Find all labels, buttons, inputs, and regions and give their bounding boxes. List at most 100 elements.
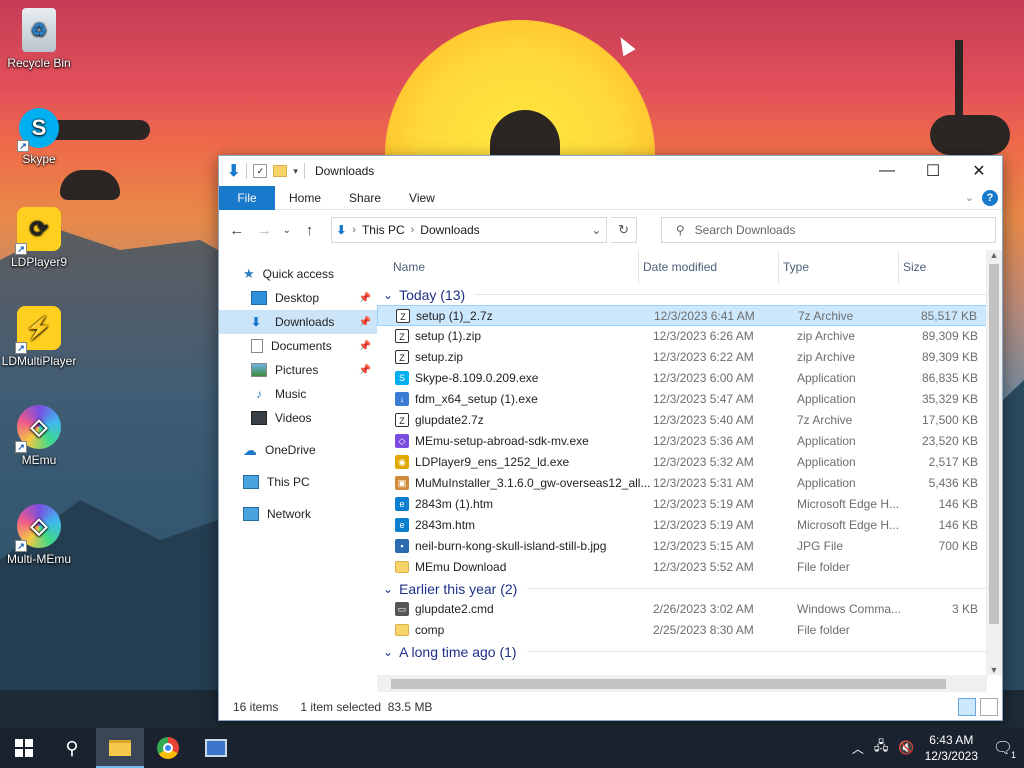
- search-button[interactable]: ⚲: [48, 728, 96, 768]
- music-icon: ♪: [256, 387, 262, 401]
- nav-music[interactable]: ♪ Music: [219, 382, 377, 406]
- maximize-button[interactable]: ☐: [910, 156, 956, 186]
- file-size: 146 KB: [938, 518, 978, 532]
- file-row[interactable]: ◉ LDPlayer9_ens_1252_ld.exe 12/3/2023 5:32…: [377, 452, 1002, 473]
- remote-desktop-icon: [205, 739, 227, 757]
- vertical-scrollbar[interactable]: ▲ ▼: [986, 250, 1002, 675]
- file-row[interactable]: ◇ MEmu-setup-abroad-sdk-mv.exe 12/3/2023 5…: [377, 431, 1002, 452]
- desktop-icon-ldmultiplayer[interactable]: ⚡ ↗ LDMultiPlayer: [1, 306, 77, 368]
- column-date-header[interactable]: Date modified: [639, 250, 779, 284]
- tab-share[interactable]: Share: [335, 186, 395, 210]
- download-arrow-icon[interactable]: ⬇: [227, 161, 240, 181]
- nav-videos[interactable]: Videos: [219, 406, 377, 430]
- nav-label: Documents: [271, 339, 332, 353]
- scrollbar-thumb[interactable]: [391, 679, 946, 689]
- back-button[interactable]: ←: [225, 218, 249, 242]
- onedrive-cloud-icon: ☁: [243, 441, 257, 458]
- file-date: 12/3/2023 5:19 AM: [653, 518, 754, 532]
- column-name-header[interactable]: Name: [377, 250, 639, 284]
- file-row[interactable]: Zsetup.zip 12/3/2023 6:22 AM zip Archive 89…: [377, 347, 1002, 368]
- file-group-header[interactable]: ⌄ Earlier this year (2): [377, 578, 1002, 599]
- file-row[interactable]: ▪ neil-burn-kong-skull-island-still-b.jpg…: [377, 536, 1002, 557]
- nav-quick-access[interactable]: ★ Quick access: [219, 262, 377, 286]
- search-box[interactable]: ⚲ Search Downloads: [660, 217, 996, 243]
- close-button[interactable]: ✕: [956, 156, 1002, 186]
- column-size-header[interactable]: Size: [899, 250, 979, 284]
- skype-icon: S ↗: [17, 108, 59, 152]
- breadcrumb-downloads[interactable]: Downloads: [420, 223, 479, 237]
- file-row[interactable]: Zsetup (1).zip 12/3/2023 6:26 AM zip Archi…: [377, 326, 1002, 347]
- nav-network[interactable]: Network: [219, 502, 377, 526]
- horizontal-scrollbar[interactable]: [377, 675, 987, 692]
- nav-this-pc[interactable]: This PC: [219, 470, 377, 494]
- up-button[interactable]: ↑: [298, 218, 322, 242]
- nav-onedrive[interactable]: ☁ OneDrive: [219, 438, 377, 462]
- file-row[interactable]: S Skype-8.109.0.209.exe 12/3/2023 6:00 AM A…: [377, 368, 1002, 389]
- desktop-icon-recycle-bin[interactable]: ♻ Recycle Bin: [1, 8, 77, 70]
- column-type-header[interactable]: Type: [779, 250, 899, 284]
- network-status-icon[interactable]: 🖧: [874, 737, 889, 759]
- file-row[interactable]: e 2843m (1).htm 12/3/2023 5:19 AM Microsoft…: [377, 494, 1002, 515]
- notification-center-icon[interactable]: 🗨 1: [988, 738, 1018, 760]
- desktop-icon-memu[interactable]: ◇ ↗ MEmu: [1, 405, 77, 467]
- desktop-icon-label: Skype: [22, 152, 56, 166]
- volume-muted-icon[interactable]: 🔇: [898, 740, 914, 756]
- breadcrumb-this-pc[interactable]: This PC: [362, 223, 405, 237]
- nav-documents[interactable]: Documents 📌: [219, 334, 377, 358]
- file-row[interactable]: comp 2/25/2023 8:30 AM File folder: [377, 620, 1002, 641]
- file-row[interactable]: MEmu Download 12/3/2023 5:52 AM File folde…: [377, 557, 1002, 578]
- qat-dropdown-icon[interactable]: ▾: [293, 166, 298, 177]
- clock[interactable]: 6:43 AM 12/3/2023: [925, 732, 978, 764]
- recent-locations-button[interactable]: ⌄: [280, 218, 294, 242]
- properties-icon[interactable]: ✓: [253, 164, 268, 178]
- refresh-button[interactable]: ↻: [611, 217, 637, 243]
- file-row[interactable]: ▭ glupdate2.cmd 2/26/2023 3:02 AM Windows C…: [377, 599, 1002, 620]
- column-label: Size: [903, 260, 927, 274]
- file-groups: ⌄ Today (13) Zsetup (1)_2.7z 12/3/2023 6:41…: [377, 284, 1002, 662]
- desktop-icon-multi-memu[interactable]: ◇ ↗ Multi-MEmu: [1, 504, 77, 566]
- scroll-up-icon[interactable]: ▲: [986, 250, 1002, 260]
- details-view-button[interactable]: [958, 698, 976, 716]
- address-bar[interactable]: ⬇ › This PC › Downloads ⌄: [331, 217, 608, 243]
- file-type: Application: [797, 455, 856, 469]
- expand-ribbon-icon[interactable]: ⌄: [965, 191, 974, 204]
- taskbar-file-explorer[interactable]: [96, 728, 144, 768]
- large-icons-view-button[interactable]: [980, 698, 998, 716]
- desktop-icon-skype[interactable]: S ↗ Skype: [1, 108, 77, 166]
- nav-pictures[interactable]: Pictures 📌: [219, 358, 377, 382]
- tab-file[interactable]: File: [219, 185, 275, 210]
- documents-icon: [251, 339, 263, 353]
- edge-file-icon: e: [395, 518, 409, 532]
- nav-label: Quick access: [262, 267, 335, 281]
- file-type: zip Archive: [797, 350, 856, 364]
- downloads-icon: ⬇: [251, 315, 262, 329]
- address-dropdown-icon[interactable]: ⌄: [586, 223, 606, 237]
- file-list: Name Date modified Type Size ⌄ Today (13)…: [377, 250, 1002, 692]
- nav-desktop[interactable]: Desktop 📌: [219, 286, 377, 310]
- forward-button[interactable]: →: [253, 218, 277, 242]
- start-button[interactable]: [0, 728, 48, 768]
- title-bar[interactable]: ⬇ ✓ ▾ Downloads — ☐ ✕: [219, 156, 1002, 186]
- minimize-button[interactable]: —: [864, 156, 910, 186]
- taskbar-remote-app[interactable]: [192, 728, 240, 768]
- file-row[interactable]: ▣ MuMuInstaller_3.1.6.0_gw-overseas12_all…: [377, 473, 1002, 494]
- scroll-down-icon[interactable]: ▼: [986, 665, 1002, 675]
- desktop-icon-ldplayer9[interactable]: ⟳ ↗ LDPlayer9: [1, 207, 77, 269]
- file-name: glupdate2.cmd: [415, 602, 494, 616]
- file-group-header[interactable]: ⌄ A long time ago (1): [377, 641, 1002, 662]
- file-row[interactable]: Zglupdate2.7z 12/3/2023 5:40 AM 7z Archive…: [377, 410, 1002, 431]
- file-row[interactable]: Zsetup (1)_2.7z 12/3/2023 6:41 AM 7z Archi…: [377, 305, 1002, 326]
- chevron-down-icon: ⌄: [383, 287, 394, 302]
- tab-home[interactable]: Home: [275, 186, 335, 210]
- taskbar-chrome[interactable]: [144, 728, 192, 768]
- navigation-bar: ← → ⌄ ↑ ⬇ › This PC › Downloads ⌄ ↻ ⚲ Se…: [219, 210, 1002, 250]
- file-row[interactable]: e 2843m.htm 12/3/2023 5:19 AM Microsoft Edg…: [377, 515, 1002, 536]
- new-folder-icon[interactable]: [273, 165, 288, 177]
- help-icon[interactable]: ?: [982, 189, 998, 206]
- nav-downloads[interactable]: ⬇ Downloads 📌: [219, 310, 377, 334]
- tab-view[interactable]: View: [395, 186, 449, 210]
- scrollbar-thumb[interactable]: [989, 264, 999, 624]
- show-hidden-icons-icon[interactable]: ︿: [852, 740, 864, 757]
- file-row[interactable]: ↓ fdm_x64_setup (1).exe 12/3/2023 5:47 AM A…: [377, 389, 1002, 410]
- file-group-header[interactable]: ⌄ Today (13): [377, 284, 1002, 305]
